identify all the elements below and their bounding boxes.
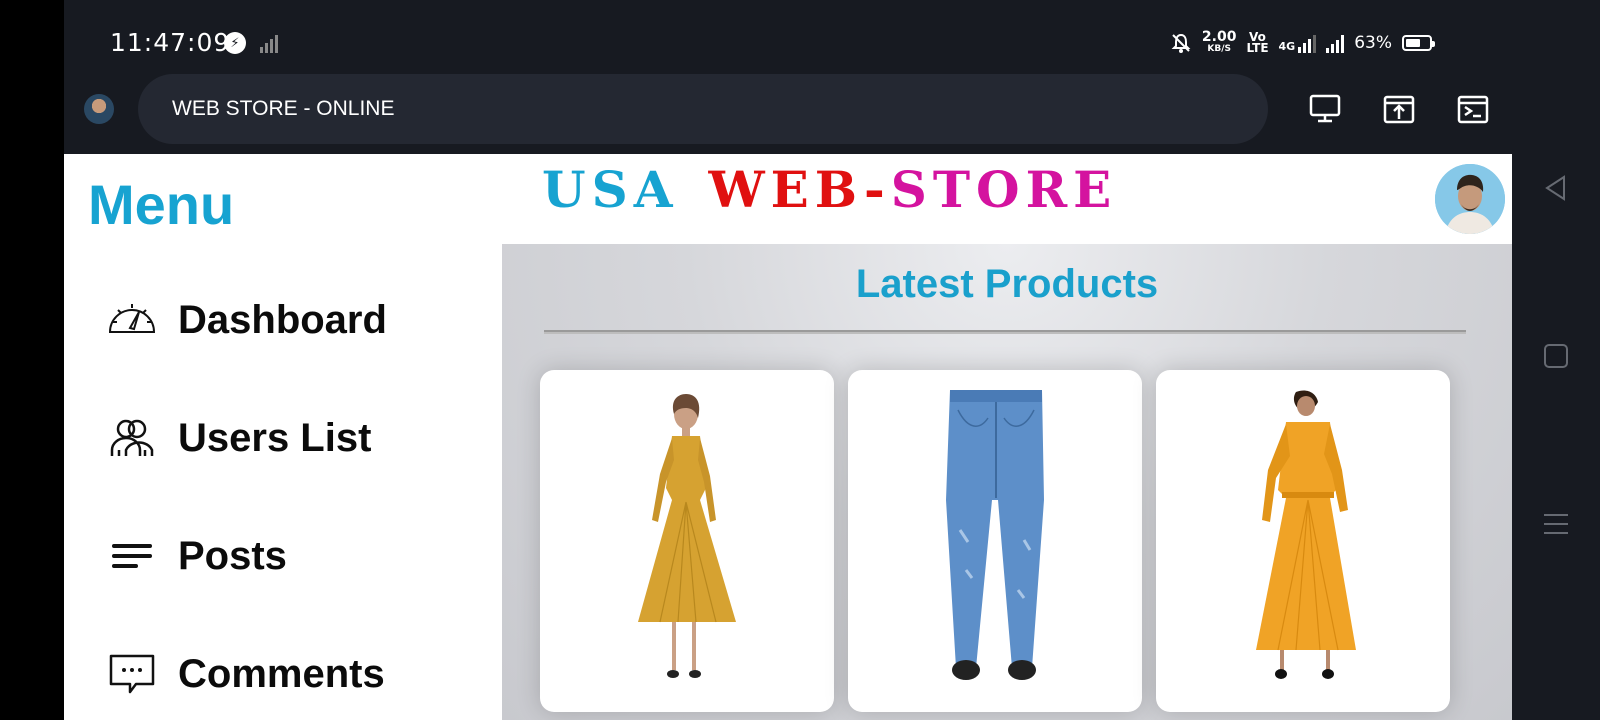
volte-indicator: Vo LTE <box>1246 29 1269 55</box>
users-icon <box>110 419 154 456</box>
user-avatar[interactable] <box>1435 164 1505 234</box>
comment-icon <box>109 654 155 694</box>
back-icon[interactable] <box>1542 174 1570 202</box>
sim1-signal: 4G <box>1279 33 1317 53</box>
section-divider <box>544 330 1466 334</box>
battery-icon <box>1402 34 1435 51</box>
sidebar-item-dashboard[interactable]: Dashboard <box>106 290 387 350</box>
sidebar-item-users-list[interactable]: Users List <box>106 408 371 468</box>
sidebar: Menu Dashboard Users List Posts Comments <box>64 154 502 720</box>
clock: 11:47:09 <box>110 28 231 57</box>
product-card[interactable] <box>540 370 834 712</box>
main-content: Latest Products <box>502 244 1512 720</box>
sidebar-item-label: Comments <box>178 651 385 696</box>
product-image-jeans <box>946 390 1044 680</box>
signal-icon <box>260 35 278 53</box>
desktop-icon[interactable] <box>1308 92 1342 126</box>
product-image-dress <box>638 394 736 678</box>
sidebar-item-label: Posts <box>178 533 287 578</box>
product-image-dress-back <box>1256 390 1356 679</box>
webview: Menu Dashboard Users List Posts Comments… <box>64 154 1512 720</box>
share-icon[interactable] <box>1382 92 1416 126</box>
product-card[interactable] <box>1156 370 1450 712</box>
url-title: WEB STORE - ONLINE <box>172 97 395 120</box>
posts-lines-icon <box>112 544 152 568</box>
profile-avatar[interactable] <box>84 94 114 124</box>
home-icon[interactable] <box>1542 342 1570 370</box>
product-card[interactable] <box>848 370 1142 712</box>
speedometer-icon <box>108 304 156 333</box>
brand-store: STORE <box>890 160 1118 219</box>
sidebar-item-label: Dashboard <box>178 297 387 342</box>
system-nav <box>1512 154 1600 720</box>
brand-logo[interactable]: USA WEB-STORE <box>542 160 1117 219</box>
menu-title: Menu <box>88 173 235 236</box>
section-title: Latest Products <box>855 262 1159 306</box>
sim2-signal <box>1326 33 1345 53</box>
sidebar-item-posts[interactable]: Posts <box>106 526 287 586</box>
terminal-icon[interactable] <box>1456 92 1490 126</box>
network-speed: 2.00 KB/S <box>1201 29 1237 54</box>
battery-percent: 63% <box>1354 32 1392 53</box>
recents-icon[interactable] <box>1542 510 1570 538</box>
brand-usa: USA <box>542 160 679 219</box>
browser-toolbar: WEB STORE - ONLINE <box>64 74 1512 154</box>
mute-bell-icon <box>1171 33 1191 53</box>
messenger-icon: ⚡ <box>224 32 246 54</box>
sidebar-item-comments[interactable]: Comments <box>106 644 385 704</box>
brand-web: WEB- <box>708 160 891 219</box>
url-bar[interactable]: WEB STORE - ONLINE <box>138 74 1268 144</box>
site-header: USA WEB-STORE <box>502 154 1512 244</box>
left-bezel <box>0 0 64 720</box>
sidebar-item-label: Users List <box>178 415 372 460</box>
status-bar: 11:47:09 ⚡ 2.00 KB/S Vo LTE 4G 63% <box>64 0 1512 74</box>
